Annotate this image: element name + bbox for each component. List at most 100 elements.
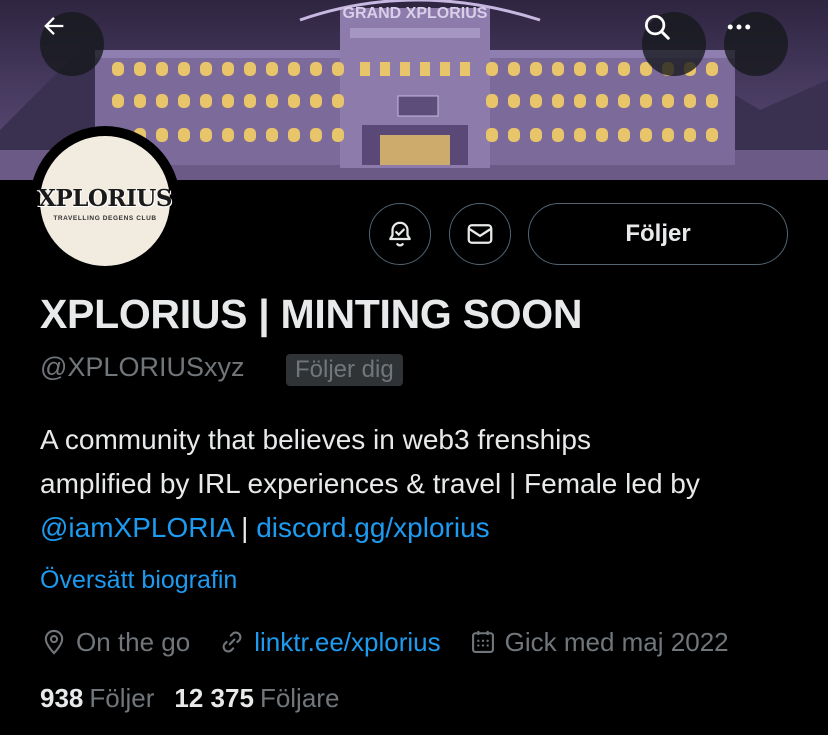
banner-window bbox=[508, 94, 520, 108]
banner-window bbox=[134, 94, 146, 108]
search-icon bbox=[645, 15, 670, 40]
banner-window bbox=[684, 94, 696, 108]
banner-window bbox=[440, 62, 450, 76]
banner-window bbox=[596, 62, 608, 76]
banner-window bbox=[486, 128, 498, 142]
banner-window bbox=[266, 94, 278, 108]
banner-window bbox=[200, 128, 212, 142]
profile-bio: A community that believes in web3 frensh… bbox=[40, 418, 810, 550]
banner-window bbox=[706, 62, 718, 76]
banner-window bbox=[156, 62, 168, 76]
banner-window bbox=[530, 94, 542, 108]
following-label: Följer bbox=[89, 683, 155, 713]
banner-window bbox=[552, 62, 564, 76]
following-button[interactable]: Följer bbox=[528, 203, 788, 265]
banner-window bbox=[420, 62, 430, 76]
back-button[interactable] bbox=[40, 12, 104, 76]
banner-window bbox=[596, 94, 608, 108]
banner-window bbox=[288, 62, 300, 76]
banner-window bbox=[618, 128, 630, 142]
banner-window bbox=[134, 62, 146, 76]
location-pin-icon bbox=[44, 629, 64, 655]
banner-window bbox=[400, 62, 410, 76]
banner-window bbox=[662, 94, 674, 108]
joined-text: Gick med maj 2022 bbox=[504, 626, 729, 657]
followers-label: Följare bbox=[259, 683, 340, 713]
notifications-button[interactable] bbox=[369, 203, 431, 265]
banner-window bbox=[552, 94, 564, 108]
banner-window bbox=[288, 128, 300, 142]
banner-window bbox=[552, 128, 564, 142]
banner-window bbox=[596, 128, 608, 142]
website-link[interactable]: linktr.ee/xplorius bbox=[254, 627, 440, 658]
avatar-tagline: TRAVELLING DEGENS CLUB bbox=[53, 214, 157, 222]
follow-stats: 938 Följer 12 375 Följare bbox=[40, 683, 359, 714]
following-stat[interactable]: 938 Följer bbox=[40, 683, 154, 714]
banner-window bbox=[618, 94, 630, 108]
banner-window bbox=[178, 94, 190, 108]
banner-window bbox=[508, 128, 520, 142]
banner-window bbox=[380, 62, 390, 76]
bio-line-2: amplified by IRL experiences & travel | … bbox=[40, 468, 700, 499]
joined-item: Gick med maj 2022 bbox=[469, 627, 729, 658]
banner-window bbox=[244, 128, 256, 142]
location-item: On the go bbox=[40, 627, 190, 658]
banner-window bbox=[310, 94, 322, 108]
banner-window bbox=[640, 94, 652, 108]
avatar-logo: XPLORIUS bbox=[38, 184, 172, 212]
banner-window bbox=[684, 128, 696, 142]
banner-sign: GRAND XPLORIUS bbox=[343, 5, 488, 22]
banner-window bbox=[706, 128, 718, 142]
follows-you-badge: Följer dig bbox=[286, 354, 403, 386]
website-item[interactable]: linktr.ee/xplorius bbox=[218, 627, 441, 658]
link-icon bbox=[222, 631, 242, 653]
banner-window bbox=[486, 62, 498, 76]
banner-window bbox=[486, 94, 498, 108]
banner-window bbox=[618, 62, 630, 76]
bio-mention-link[interactable]: @iamXPLORIA bbox=[40, 512, 233, 543]
banner-window bbox=[244, 94, 256, 108]
banner-window bbox=[200, 62, 212, 76]
banner-window bbox=[460, 62, 470, 76]
followers-stat[interactable]: 12 375 Följare bbox=[174, 683, 339, 714]
bio-discord-link[interactable]: discord.gg/xplorius bbox=[256, 512, 489, 543]
more-button[interactable] bbox=[724, 12, 788, 76]
avatar[interactable]: XPLORIUS TRAVELLING DEGENS CLUB bbox=[38, 136, 172, 266]
bio-separator: | bbox=[233, 512, 257, 543]
message-button[interactable] bbox=[449, 203, 511, 265]
bio-line-1: A community that believes in web3 frensh… bbox=[40, 424, 591, 455]
banner-window bbox=[266, 62, 278, 76]
banner-window bbox=[200, 94, 212, 108]
translate-bio-link[interactable]: Översätt biografin bbox=[40, 566, 237, 595]
banner-window bbox=[530, 128, 542, 142]
banner-window bbox=[112, 94, 124, 108]
banner-window bbox=[178, 62, 190, 76]
banner-window bbox=[332, 128, 344, 142]
banner-window bbox=[574, 62, 586, 76]
calendar-icon bbox=[471, 630, 494, 653]
envelope-icon bbox=[467, 224, 493, 244]
banner-window bbox=[244, 62, 256, 76]
location-text: On the go bbox=[76, 626, 191, 657]
following-count: 938 bbox=[40, 683, 84, 713]
banner-window bbox=[662, 128, 674, 142]
banner-window bbox=[178, 128, 190, 142]
followers-count: 12 375 bbox=[174, 683, 254, 713]
banner-window bbox=[640, 128, 652, 142]
banner-window bbox=[310, 62, 322, 76]
more-horizontal-icon bbox=[727, 24, 751, 30]
banner-window bbox=[222, 128, 234, 142]
banner-window bbox=[222, 62, 234, 76]
banner-window bbox=[574, 94, 586, 108]
profile-handle: @XPLORIUSxyz bbox=[40, 352, 245, 382]
banner-window bbox=[310, 128, 322, 142]
profile-name: XPLORIUS | MINTING SOON bbox=[40, 291, 583, 337]
bell-check-icon bbox=[389, 221, 411, 247]
banner-window bbox=[530, 62, 542, 76]
arrow-left-icon bbox=[44, 17, 64, 35]
banner-window bbox=[332, 94, 344, 108]
banner-window bbox=[156, 94, 168, 108]
banner-window bbox=[332, 62, 344, 76]
search-button[interactable] bbox=[642, 12, 706, 76]
banner-window bbox=[266, 128, 278, 142]
